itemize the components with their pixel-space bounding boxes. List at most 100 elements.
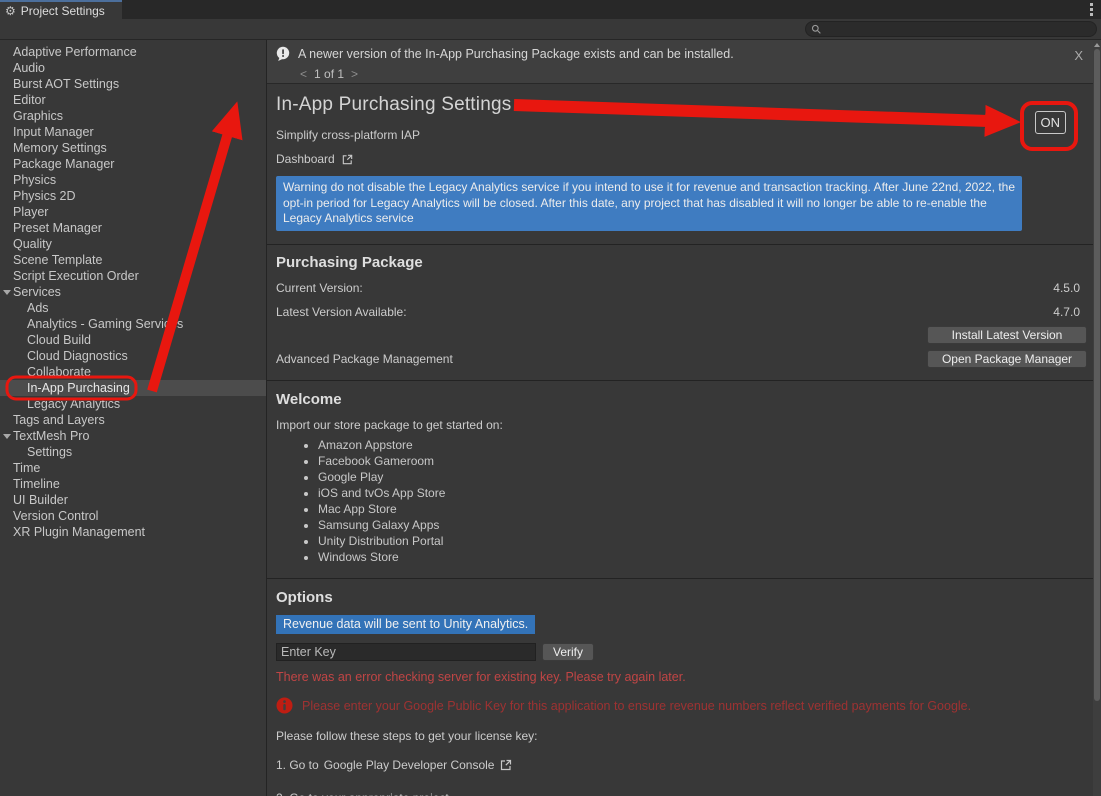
search-input[interactable] bbox=[822, 23, 1096, 35]
gear-icon: ⚙ bbox=[5, 5, 16, 17]
pager-prev-button[interactable]: < bbox=[300, 67, 307, 81]
sidebar-item-scene-template[interactable]: Scene Template bbox=[0, 252, 266, 268]
store-list-item: Unity Distribution Portal bbox=[318, 533, 1092, 549]
verify-key-button[interactable]: Verify bbox=[542, 643, 594, 661]
sidebar-item-cloud-build[interactable]: Cloud Build bbox=[0, 332, 266, 348]
sidebar-item-time[interactable]: Time bbox=[0, 460, 266, 476]
sidebar-item-label: Legacy Analytics bbox=[27, 397, 120, 411]
sidebar-item-label: Burst AOT Settings bbox=[13, 77, 119, 91]
sidebar-item-physics[interactable]: Physics bbox=[0, 172, 266, 188]
scrollbar-thumb[interactable] bbox=[1094, 49, 1100, 701]
sidebar-item-label: Package Manager bbox=[13, 157, 114, 171]
external-link-icon bbox=[341, 153, 354, 166]
sidebar-item-legacy-analytics[interactable]: Legacy Analytics bbox=[0, 396, 266, 412]
scroll-up-arrow-icon[interactable] bbox=[1094, 43, 1100, 47]
page-subtitle: Simplify cross-platform IAP bbox=[276, 128, 1092, 142]
toolbar bbox=[0, 19, 1101, 40]
purchasing-package-section: Purchasing Package Current Version: 4.5.… bbox=[267, 245, 1101, 380]
search-box[interactable] bbox=[805, 21, 1097, 37]
store-list-item: iOS and tvOs App Store bbox=[318, 485, 1092, 501]
foldout-arrow-icon[interactable] bbox=[3, 434, 11, 439]
welcome-section: Welcome Import our store package to get … bbox=[267, 381, 1101, 578]
step1-prefix: 1. Go to bbox=[276, 758, 319, 772]
sidebar-item-editor[interactable]: Editor bbox=[0, 92, 266, 108]
sidebar-item-ui-builder[interactable]: UI Builder bbox=[0, 492, 266, 508]
google-play-console-link[interactable]: Google Play Developer Console bbox=[324, 758, 495, 772]
sidebar-item-input-manager[interactable]: Input Manager bbox=[0, 124, 266, 140]
dashboard-link[interactable]: Dashboard bbox=[276, 152, 354, 166]
open-package-manager-button[interactable]: Open Package Manager bbox=[927, 350, 1087, 368]
sidebar-item-label: Physics bbox=[13, 173, 56, 187]
sidebar-item-label: Physics 2D bbox=[13, 189, 76, 203]
banner-close-button[interactable]: X bbox=[1074, 48, 1083, 63]
sidebar-item-preset-manager[interactable]: Preset Manager bbox=[0, 220, 266, 236]
analytics-note-chip: Revenue data will be sent to Unity Analy… bbox=[276, 615, 535, 634]
foldout-arrow-icon[interactable] bbox=[3, 290, 11, 295]
sidebar-item-audio[interactable]: Audio bbox=[0, 60, 266, 76]
sidebar-list: Adaptive PerformanceAudioBurst AOT Setti… bbox=[0, 44, 266, 540]
banner-pager: < 1 of 1 > bbox=[300, 67, 1093, 81]
sidebar-item-ads[interactable]: Ads bbox=[0, 300, 266, 316]
notification-banner: A newer version of the In-App Purchasing… bbox=[267, 40, 1101, 84]
sidebar-item-settings[interactable]: Settings bbox=[0, 444, 266, 460]
sidebar-item-label: XR Plugin Management bbox=[13, 525, 145, 539]
latest-version-value: 4.7.0 bbox=[1053, 305, 1092, 319]
sidebar-item-xr-plugin-management[interactable]: XR Plugin Management bbox=[0, 524, 266, 540]
dashboard-link-label: Dashboard bbox=[276, 152, 335, 166]
sidebar-item-quality[interactable]: Quality bbox=[0, 236, 266, 252]
sidebar-item-physics-2d[interactable]: Physics 2D bbox=[0, 188, 266, 204]
sidebar-item-label: UI Builder bbox=[13, 493, 68, 507]
sidebar-item-timeline[interactable]: Timeline bbox=[0, 476, 266, 492]
current-version-value: 4.5.0 bbox=[1053, 281, 1092, 295]
sidebar-item-analytics-gaming-services[interactable]: Analytics - Gaming Services bbox=[0, 316, 266, 332]
banner-message: A newer version of the In-App Purchasing… bbox=[298, 47, 734, 61]
sidebar-item-label: Input Manager bbox=[13, 125, 94, 139]
google-key-input[interactable] bbox=[276, 643, 536, 661]
sidebar-item-package-manager[interactable]: Package Manager bbox=[0, 156, 266, 172]
sidebar-item-version-control[interactable]: Version Control bbox=[0, 508, 266, 524]
sidebar-item-graphics[interactable]: Graphics bbox=[0, 108, 266, 124]
sidebar-item-label: Ads bbox=[27, 301, 49, 315]
pager-next-button[interactable]: > bbox=[351, 67, 358, 81]
welcome-intro: Import our store package to get started … bbox=[276, 418, 1092, 432]
sidebar-item-label: Adaptive Performance bbox=[13, 45, 137, 59]
sidebar-item-label: Memory Settings bbox=[13, 141, 107, 155]
sidebar-item-in-app-purchasing[interactable]: In-App Purchasing bbox=[0, 380, 266, 396]
sidebar-item-script-execution-order[interactable]: Script Execution Order bbox=[0, 268, 266, 284]
sidebar-item-burst-aot-settings[interactable]: Burst AOT Settings bbox=[0, 76, 266, 92]
tab-project-settings[interactable]: ⚙ Project Settings bbox=[0, 0, 122, 19]
external-link-icon bbox=[499, 758, 513, 772]
vertical-scrollbar[interactable] bbox=[1093, 41, 1101, 796]
search-icon bbox=[811, 24, 822, 35]
google-key-warning-text: Please enter your Google Public Key for … bbox=[302, 697, 971, 713]
sidebar-item-services[interactable]: Services bbox=[0, 284, 266, 300]
sidebar-item-collaborate[interactable]: Collaborate bbox=[0, 364, 266, 380]
console-message-icon bbox=[275, 46, 291, 62]
sidebar-item-label: Preset Manager bbox=[13, 221, 102, 235]
store-list-item: Facebook Gameroom bbox=[318, 453, 1092, 469]
iap-enabled-toggle[interactable]: ON bbox=[1035, 111, 1067, 134]
sidebar-item-textmesh-pro[interactable]: TextMesh Pro bbox=[0, 428, 266, 444]
sidebar-item-label: Cloud Build bbox=[27, 333, 91, 347]
sidebar-item-label: Timeline bbox=[13, 477, 60, 491]
store-list-item: Samsung Galaxy Apps bbox=[318, 517, 1092, 533]
content-panel: A newer version of the In-App Purchasing… bbox=[267, 40, 1101, 796]
kebab-menu-icon[interactable] bbox=[1090, 0, 1093, 19]
sidebar-item-cloud-diagnostics[interactable]: Cloud Diagnostics bbox=[0, 348, 266, 364]
sidebar-item-memory-settings[interactable]: Memory Settings bbox=[0, 140, 266, 156]
sidebar-item-label: Cloud Diagnostics bbox=[27, 349, 128, 363]
title-bar: ⚙ Project Settings bbox=[0, 0, 1101, 19]
install-latest-version-button[interactable]: Install Latest Version bbox=[927, 326, 1087, 344]
settings-sidebar: Adaptive PerformanceAudioBurst AOT Setti… bbox=[0, 40, 267, 796]
legacy-analytics-warning: Warning do not disable the Legacy Analyt… bbox=[276, 176, 1022, 231]
advanced-package-management-label: Advanced Package Management bbox=[276, 352, 453, 366]
sidebar-item-label: Settings bbox=[27, 445, 72, 459]
sidebar-item-adaptive-performance[interactable]: Adaptive Performance bbox=[0, 44, 266, 60]
sidebar-item-player[interactable]: Player bbox=[0, 204, 266, 220]
sidebar-item-label: Services bbox=[13, 285, 61, 299]
sidebar-item-label: Editor bbox=[13, 93, 46, 107]
error-info-icon bbox=[276, 697, 293, 714]
sidebar-item-tags-and-layers[interactable]: Tags and Layers bbox=[0, 412, 266, 428]
iap-header-section: In-App Purchasing Settings Simplify cros… bbox=[267, 84, 1101, 231]
sidebar-item-label: In-App Purchasing bbox=[27, 381, 130, 395]
